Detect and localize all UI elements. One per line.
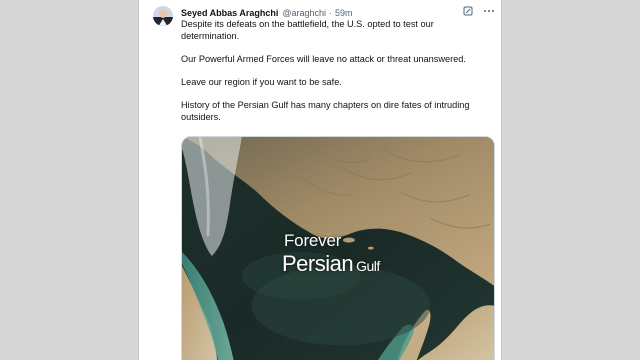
separator: · [329,8,333,18]
timestamp[interactable]: 59m [335,8,353,18]
tweet-paragraph-3: Leave our region if you want to be safe. [181,77,342,88]
header-actions [463,6,495,16]
overlay-persian-gulf: Persian Gulf [282,253,380,275]
avatar[interactable] [153,6,173,26]
author-handle[interactable]: @araghchi [282,8,326,18]
tweet-paragraph-1: Despite its defeats on the battlefield, … [181,19,434,41]
overlay-persian: Persian [282,251,354,276]
overlay-gulf: Gulf [356,258,380,274]
tweet-header: Seyed Abbas Araghchi @araghchi · 59m [181,6,491,20]
tweet-card[interactable]: Seyed Abbas Araghchi @araghchi · 59m Des… [138,0,502,360]
page: Seyed Abbas Araghchi @araghchi · 59m Des… [0,0,640,360]
image-overlay-text: Forever Persian Gulf [282,232,380,275]
more-icon[interactable] [483,6,495,16]
grok-icon[interactable] [463,6,473,16]
tweet-image[interactable]: Forever Persian Gulf [181,136,495,360]
tweet-paragraph-2: Our Powerful Armed Forces will leave no … [181,53,466,64]
author-name[interactable]: Seyed Abbas Araghchi [181,8,278,18]
tweet-paragraph-4: History of the Persian Gulf has many cha… [181,100,470,123]
tweet-text: Despite its defeats on the battlefield, … [181,19,481,135]
overlay-forever: Forever [284,231,342,250]
